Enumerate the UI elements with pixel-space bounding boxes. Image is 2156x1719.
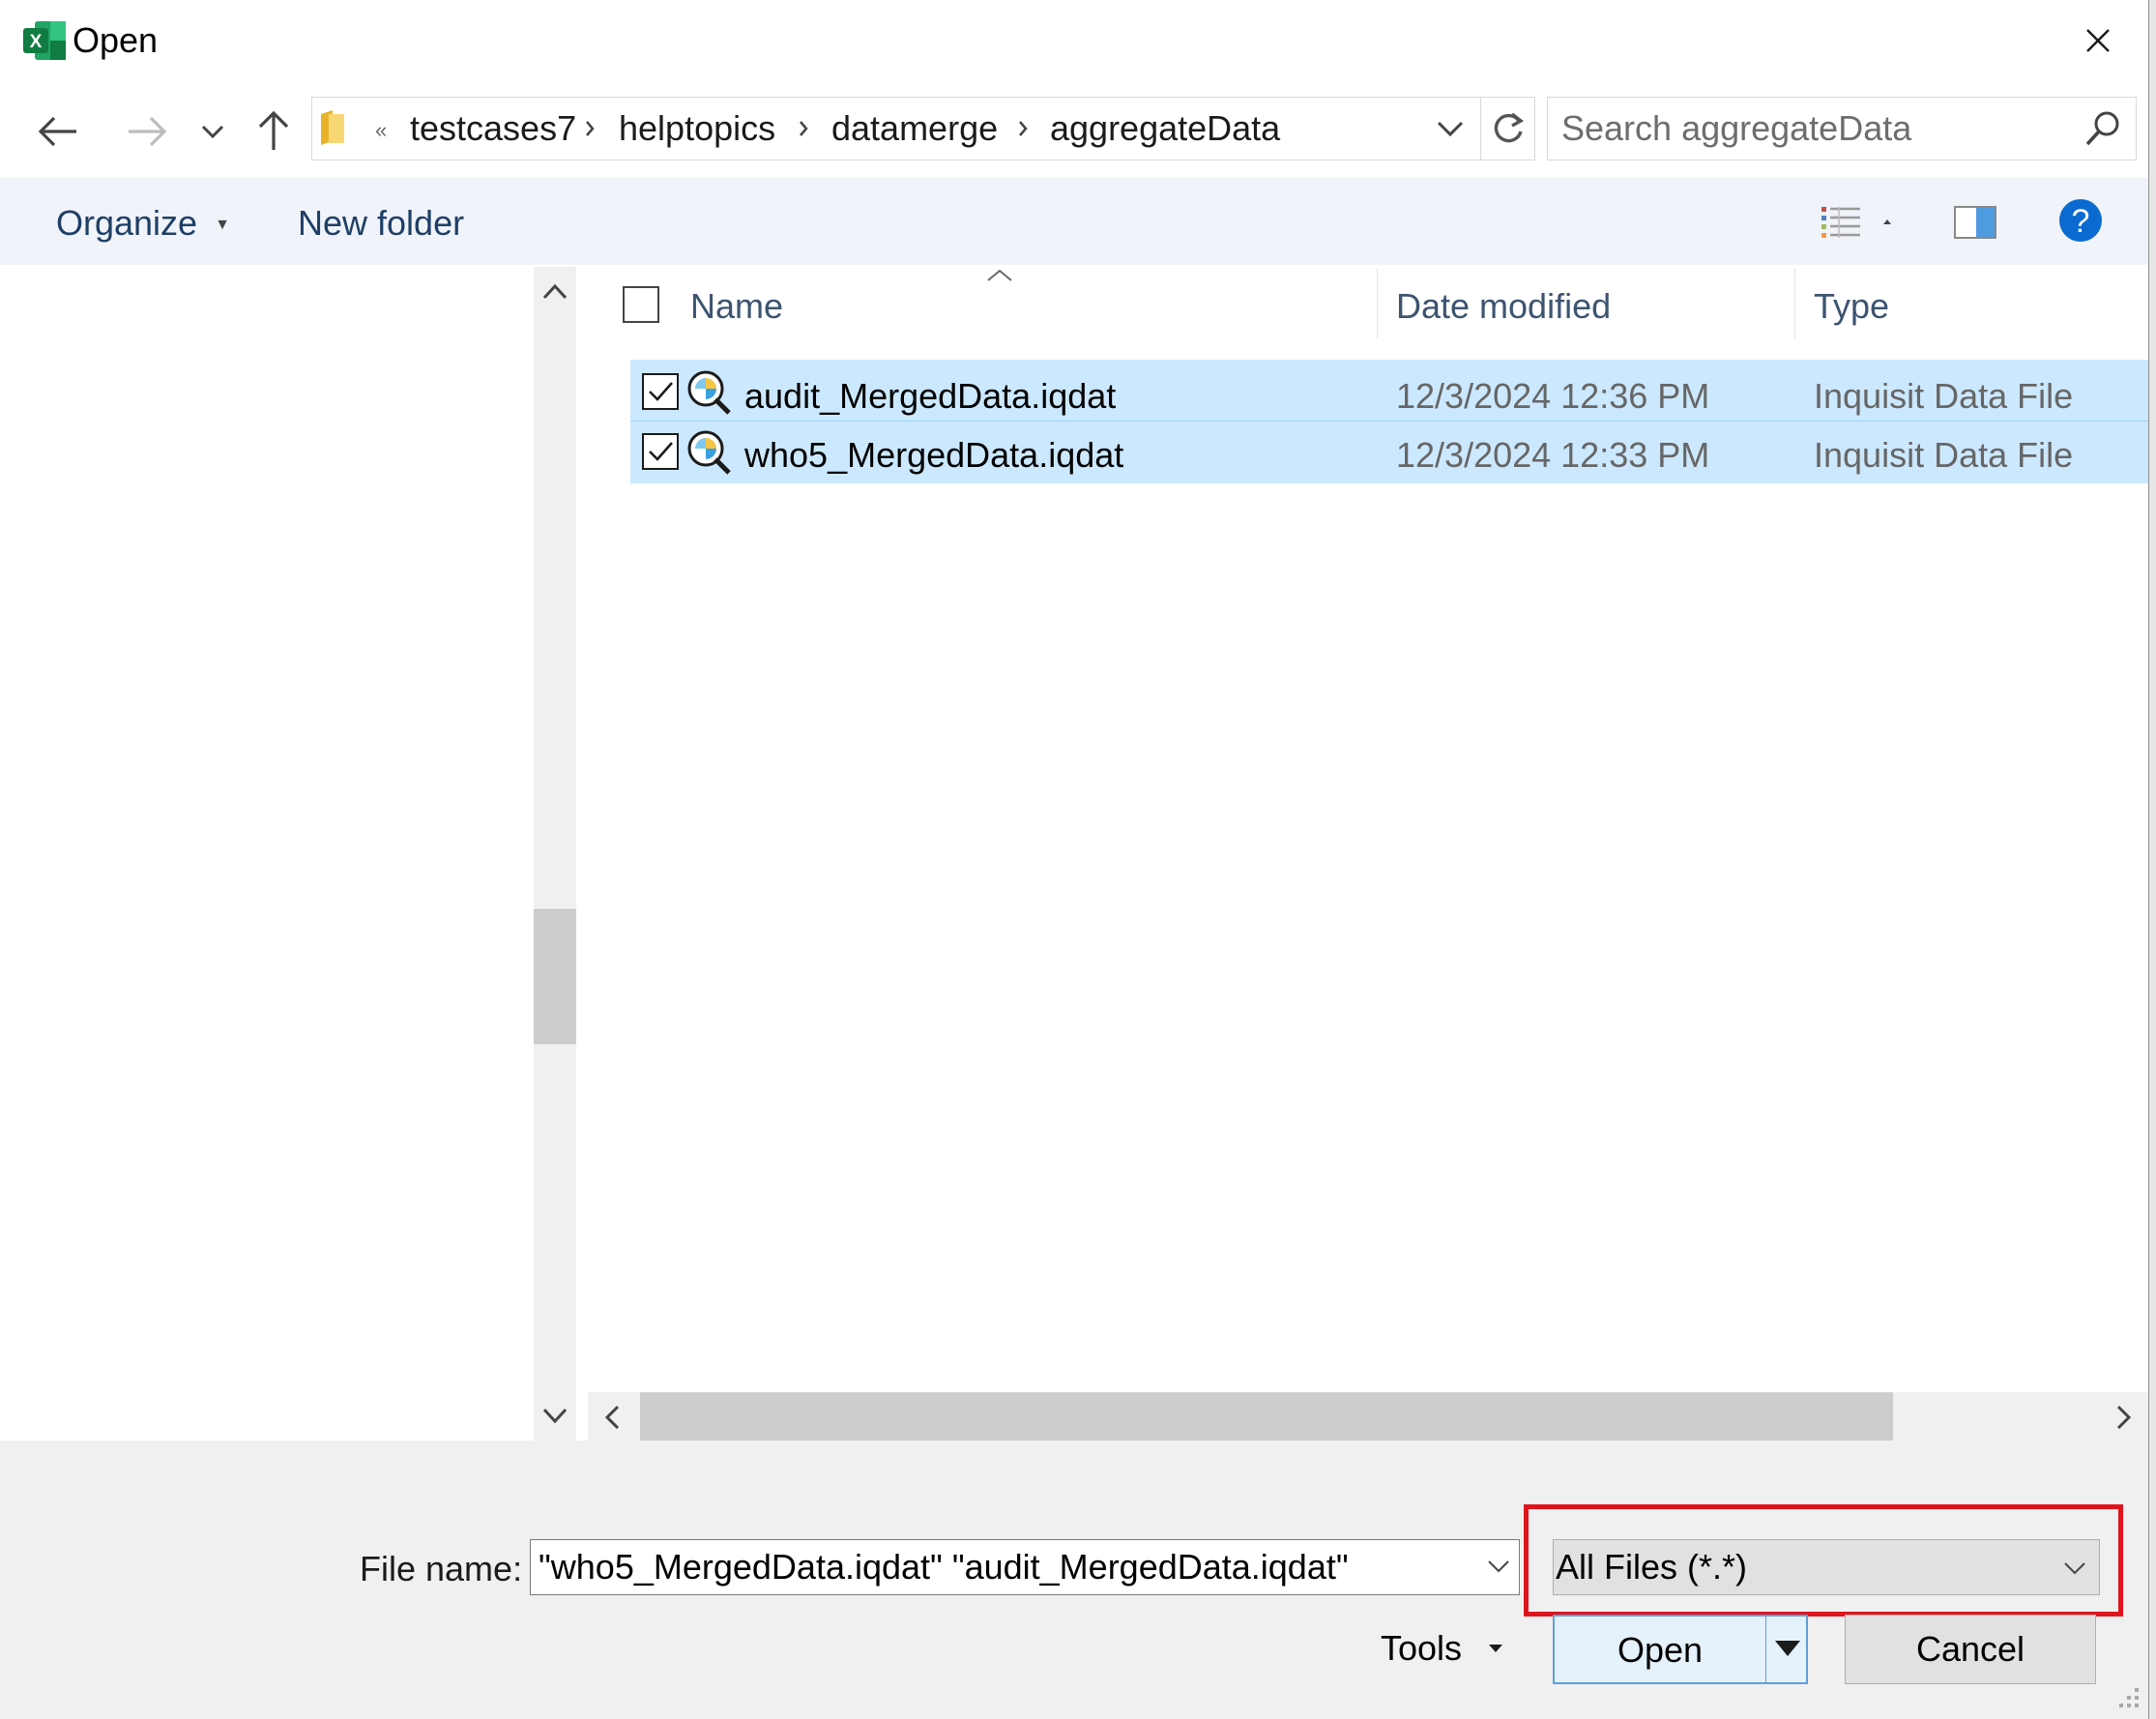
file-name-combobox[interactable] — [530, 1539, 1520, 1595]
search-box[interactable] — [1547, 97, 2137, 160]
column-header-date-modified[interactable]: Date modified — [1396, 286, 1611, 327]
file-date: 12/3/2024 12:33 PM — [1396, 435, 1710, 475]
address-dropdown-button[interactable] — [1419, 97, 1481, 160]
open-split-divider — [1765, 1617, 1766, 1682]
column-divider[interactable] — [1794, 269, 1795, 338]
inquisit-file-icon — [686, 369, 733, 421]
up-button[interactable] — [249, 102, 298, 159]
row-checkbox[interactable] — [642, 433, 679, 470]
file-date: 12/3/2024 12:36 PM — [1396, 376, 1710, 416]
breadcrumb-aggregatedata[interactable]: aggregateData — [1050, 108, 1280, 149]
forward-arrow-icon — [129, 116, 167, 147]
chevron-right-icon — [1019, 121, 1028, 136]
search-icon[interactable] — [2083, 109, 2122, 148]
file-type: Inquisit Data File — [1814, 376, 2074, 416]
address-overflow[interactable]: « — [375, 110, 387, 151]
column-header-name[interactable]: Name — [690, 286, 783, 327]
view-options-icon — [1821, 207, 1891, 238]
resize-grip-icon[interactable] — [2113, 1682, 2142, 1716]
column-header-type[interactable]: Type — [1814, 286, 1889, 327]
close-icon — [2086, 29, 2110, 52]
tools-label: Tools — [1381, 1628, 1463, 1668]
navigation-pane[interactable] — [4, 267, 534, 1441]
file-name[interactable]: audit_MergedData.iqdat — [744, 376, 1116, 417]
chevron-right-icon — [800, 121, 808, 136]
title-bar — [0, 0, 2156, 85]
breadcrumb-datamerge[interactable]: datamerge — [831, 108, 998, 149]
inquisit-file-icon — [686, 429, 733, 481]
open-label: Open — [1617, 1630, 1704, 1670]
recent-locations-button[interactable] — [193, 108, 232, 155]
window-title: Open — [73, 20, 159, 60]
chevron-right-icon — [586, 121, 595, 136]
forward-button[interactable] — [118, 104, 176, 159]
file-name-label: File name: — [360, 1549, 523, 1588]
open-dropdown-icon[interactable] — [1773, 1638, 1802, 1659]
new-folder-button[interactable]: New folder — [298, 203, 464, 244]
search-input[interactable] — [1561, 98, 2064, 160]
folder-icon — [319, 108, 346, 152]
scroll-left-icon[interactable] — [601, 1404, 623, 1436]
excel-icon: X — [21, 19, 68, 62]
row-checkbox[interactable] — [642, 373, 679, 410]
back-arrow-icon — [38, 116, 76, 147]
organize-button[interactable]: Organize ▼ — [56, 203, 230, 251]
preview-pane-icon — [1954, 206, 1996, 239]
column-divider[interactable] — [1377, 269, 1378, 338]
tools-dropdown-icon[interactable] — [1487, 1642, 1504, 1659]
file-name[interactable]: who5_MergedData.iqdat — [744, 435, 1123, 476]
window-right-edge — [2148, 0, 2156, 1719]
file-type: Inquisit Data File — [1814, 435, 2074, 475]
chevron-down-icon — [1437, 121, 1464, 137]
svg-text:?: ? — [2072, 203, 2090, 240]
horizontal-scroll-thumb[interactable] — [640, 1392, 1893, 1441]
refresh-button[interactable] — [1481, 97, 1535, 160]
organize-label: Organize — [56, 203, 198, 243]
chevron-down-icon[interactable] — [1486, 1554, 1511, 1579]
navigation-scroll-thumb[interactable] — [534, 909, 576, 1044]
help-button[interactable]: ? — [2057, 197, 2104, 244]
scroll-up-icon[interactable] — [541, 280, 568, 306]
tools-button[interactable]: Tools — [1381, 1628, 1462, 1669]
highlight-box — [1524, 1504, 2123, 1617]
back-button[interactable] — [29, 104, 87, 159]
open-button[interactable]: Open — [1553, 1615, 1808, 1684]
select-all-checkbox[interactable] — [623, 286, 659, 323]
sort-ascending-icon — [982, 267, 1017, 291]
scroll-down-icon[interactable] — [541, 1406, 568, 1432]
view-options-button[interactable] — [1818, 201, 1895, 244]
refresh-icon — [1494, 112, 1524, 143]
cancel-label: Cancel — [1915, 1629, 2025, 1669]
breadcrumb-testcases7[interactable]: testcases7 — [410, 108, 576, 149]
navigation-scrollbar[interactable] — [534, 267, 576, 1441]
breadcrumb-helptopics[interactable]: helptopics — [619, 108, 775, 149]
scroll-right-icon[interactable] — [2113, 1404, 2135, 1436]
help-icon: ? — [2059, 199, 2102, 242]
svg-text:X: X — [30, 32, 43, 52]
preview-pane-button[interactable] — [1953, 203, 1999, 242]
chevron-down-icon — [201, 125, 224, 139]
organize-dropdown-icon: ▼ — [215, 217, 230, 233]
up-arrow-icon — [258, 110, 289, 150]
cancel-button[interactable]: Cancel — [1845, 1615, 2096, 1684]
close-button[interactable] — [2059, 14, 2137, 68]
file-name-input[interactable] — [539, 1540, 1467, 1594]
